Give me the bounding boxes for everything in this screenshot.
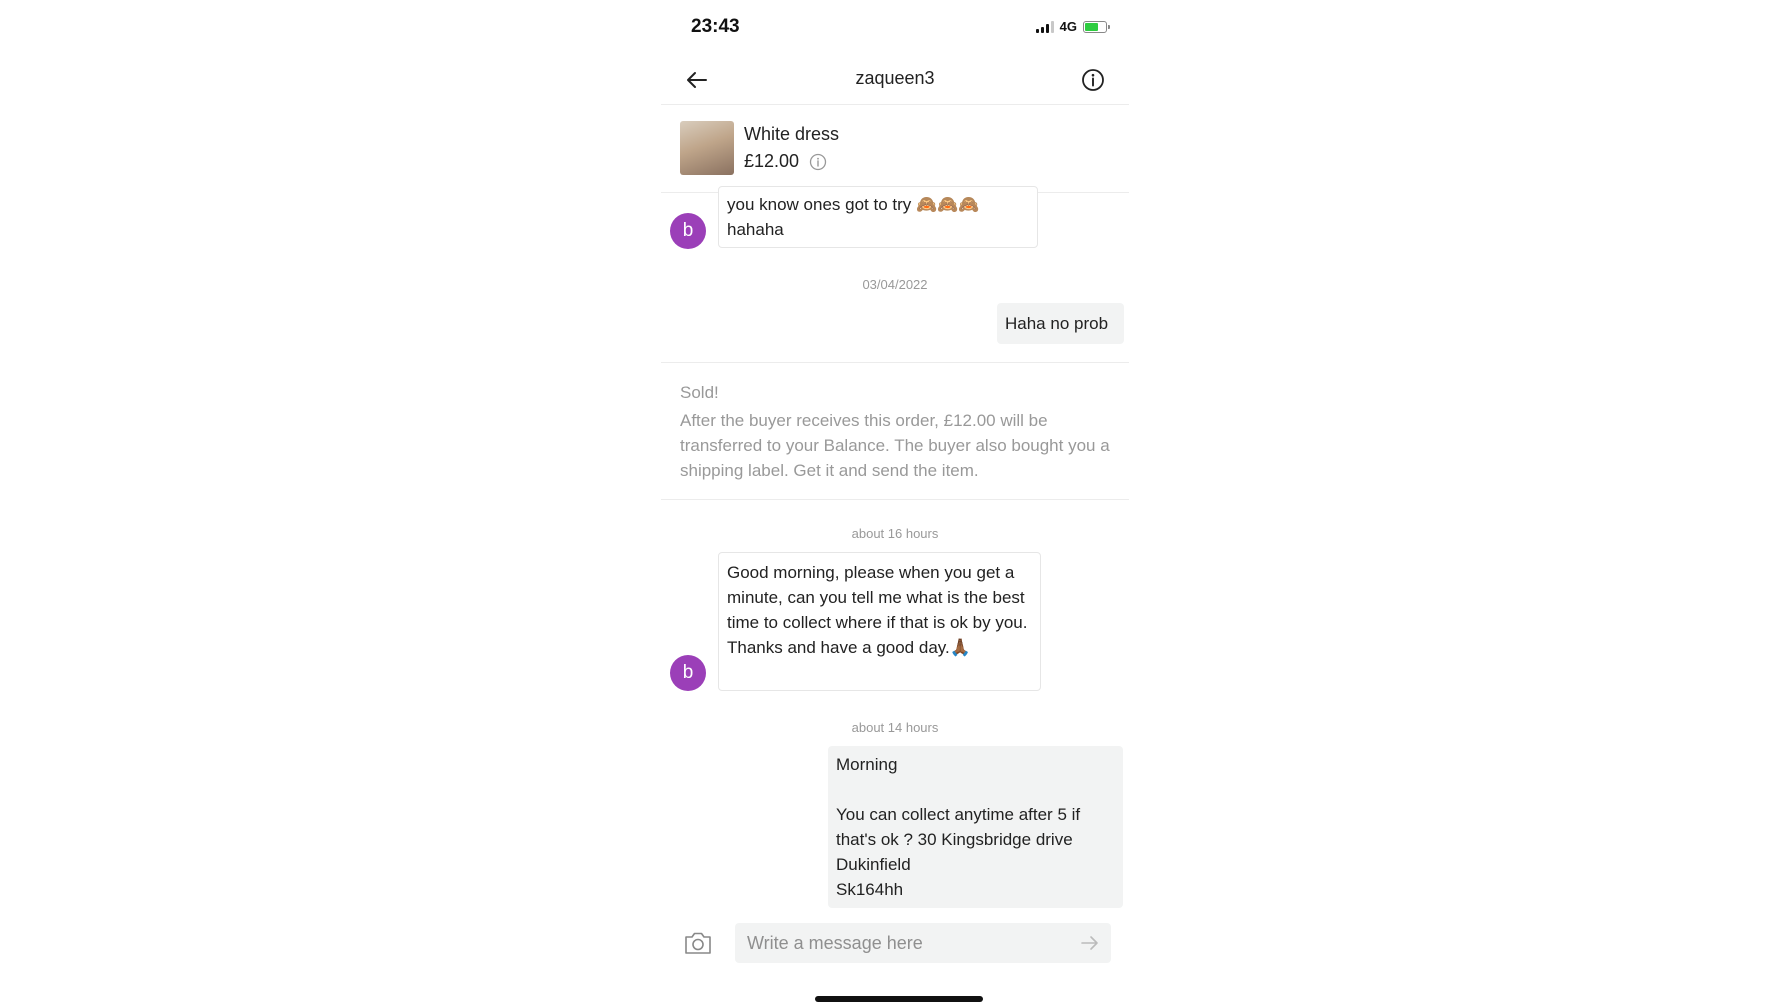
item-name: White dress [744, 124, 840, 144]
message-composer [735, 923, 1111, 963]
chat-header: zaqueen3 [661, 56, 1129, 105]
send-arrow-icon[interactable] [1079, 933, 1101, 953]
item-price: £12.00 [744, 151, 800, 171]
item-thumbnail[interactable] [680, 121, 734, 175]
message-input[interactable] [747, 923, 1067, 963]
avatar[interactable]: b [670, 213, 706, 249]
date-separator: about 14 hours [851, 720, 939, 735]
info-icon[interactable] [1079, 66, 1107, 94]
date-separator: 03/04/2022 [862, 277, 928, 292]
battery-charging-icon [1083, 20, 1110, 33]
status-icons: 4G [1035, 19, 1110, 34]
price-info-icon[interactable] [809, 153, 827, 171]
home-indicator[interactable] [815, 996, 983, 1002]
sold-title: Sold! [680, 383, 719, 402]
item-summary[interactable]: White dress £12.00 [661, 104, 1129, 193]
date-separator: about 16 hours [851, 526, 939, 541]
avatar[interactable]: b [670, 655, 706, 691]
sold-text: After the buyer receives this order, £12… [680, 411, 1110, 480]
signal-icon [1035, 20, 1054, 33]
sold-notice: Sold! After the buyer receives this orde… [661, 362, 1129, 500]
chat-title[interactable]: zaqueen3 [661, 68, 1129, 89]
status-time: 23:43 [691, 16, 740, 37]
message-bubble-outgoing: Morning You can collect anytime after 5 … [828, 746, 1123, 908]
message-bubble-outgoing: Haha no prob [997, 303, 1124, 344]
item-price-row: £12.00 [744, 151, 827, 172]
message-bubble-incoming: Good morning, please when you get a minu… [718, 552, 1041, 691]
camera-icon[interactable] [683, 930, 713, 956]
chat-screen: 23:43 4G zaqueen3 White dress £12.00 you… [661, 0, 1129, 1002]
network-label: 4G [1059, 19, 1077, 34]
message-bubble-incoming: you know ones got to try 🙈🙈🙈 hahaha [718, 186, 1038, 248]
